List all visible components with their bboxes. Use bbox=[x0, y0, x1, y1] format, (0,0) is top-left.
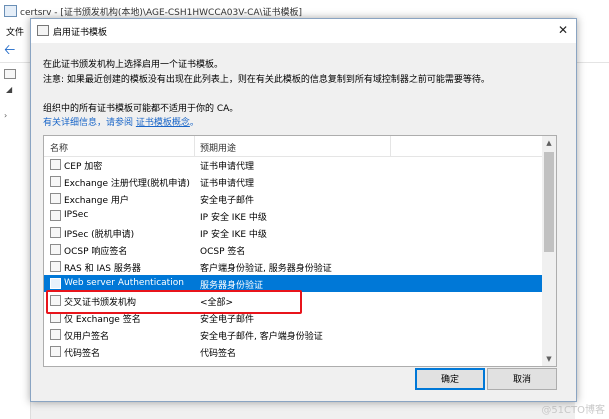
close-icon[interactable]: ✕ bbox=[558, 23, 568, 37]
note-text: 注意: 如果最近创建的模板没有出现在此列表上，则在有关此模板的信息复制到所有域控… bbox=[43, 75, 490, 85]
template-row[interactable]: OCSP 响应签名 OCSP 签名 bbox=[44, 241, 542, 258]
template-name: Exchange 注册代理(脱机申请) bbox=[64, 179, 190, 189]
template-purpose: 安全电子邮件 bbox=[200, 315, 255, 325]
column-divider[interactable] bbox=[194, 136, 195, 156]
template-row[interactable]: 仅 Exchange 签名 安全电子邮件 bbox=[44, 309, 542, 326]
watermark: @51CTO博客 bbox=[541, 405, 605, 416]
template-name: OCSP 响应签名 bbox=[64, 247, 128, 257]
template-purpose: 证书申请代理 bbox=[200, 162, 255, 172]
certificate-icon bbox=[4, 69, 16, 79]
template-name: 仅用户签名 bbox=[64, 332, 110, 342]
template-purpose: 服务器身份验证 bbox=[200, 281, 264, 291]
template-purpose: <全部> bbox=[200, 298, 234, 308]
certificate-template-icon bbox=[50, 244, 61, 255]
template-row[interactable]: CEP 加密 证书申请代理 bbox=[44, 156, 542, 173]
menu-file[interactable]: 文件 bbox=[6, 25, 24, 38]
template-row[interactable]: IPSec IP 安全 IKE 中级 bbox=[44, 207, 542, 224]
template-row[interactable]: 交叉证书颁发机构 <全部> bbox=[44, 292, 542, 309]
more-info-suffix: 。 bbox=[189, 118, 199, 128]
more-info-prefix: 有关详细信息，请参阅 bbox=[43, 118, 134, 128]
certificate-template-icon bbox=[50, 329, 61, 340]
enable-certificate-template-dialog: 启用证书模板 ✕ 在此证书颁发机构上选择启用一个证书模板。 注意: 如果最近创建… bbox=[30, 18, 577, 402]
dialog-title: 启用证书模板 bbox=[53, 28, 108, 38]
column-header-name[interactable]: 名称 bbox=[50, 141, 68, 154]
template-name: RAS 和 IAS 服务器 bbox=[64, 264, 141, 274]
template-row[interactable]: 仅用户签名 安全电子邮件, 客户端身份验证 bbox=[44, 326, 542, 343]
certificate-template-icon bbox=[50, 210, 61, 221]
template-purpose: IP 安全 IKE 中级 bbox=[200, 230, 267, 240]
template-name: Exchange 用户 bbox=[64, 196, 129, 206]
back-arrow-icon[interactable]: 🡠 bbox=[4, 43, 15, 57]
certificate-template-icon bbox=[50, 261, 61, 272]
certificate-icon bbox=[37, 25, 49, 36]
template-rows: CEP 加密 证书申请代理 Exchange 注册代理(脱机申请) 证书申请代理… bbox=[44, 156, 542, 360]
background-window-title: certsrv - [证书颁发机构(本地)\AGE-CSH1HWCCA03V-C… bbox=[20, 8, 303, 18]
tree-arrow-icon[interactable]: › bbox=[4, 111, 7, 120]
template-purpose: 证书申请代理 bbox=[200, 179, 255, 189]
list-header: 名称 预期用途 bbox=[44, 136, 542, 157]
dialog-titlebar: 启用证书模板 ✕ bbox=[31, 19, 576, 43]
template-row[interactable]: IPSec (脱机申请) IP 安全 IKE 中级 bbox=[44, 224, 542, 241]
certificate-template-concepts-link[interactable]: 证书模板概念 bbox=[136, 118, 190, 128]
certificate-template-icon bbox=[50, 278, 61, 289]
scroll-up-icon[interactable]: ▲ bbox=[542, 136, 556, 150]
background-right-pane bbox=[575, 63, 609, 419]
certificate-template-icon bbox=[50, 176, 61, 187]
scroll-down-icon[interactable]: ▼ bbox=[542, 352, 556, 366]
certificate-template-icon bbox=[50, 295, 61, 306]
template-list[interactable]: 名称 预期用途 CEP 加密 证书申请代理 Exchange 注册代理(脱机申请… bbox=[43, 135, 557, 367]
tree-expand-icon[interactable]: ◢ bbox=[6, 85, 12, 94]
scrollbar-thumb[interactable] bbox=[544, 152, 554, 252]
ok-button[interactable]: 确定 bbox=[415, 368, 485, 390]
template-row[interactable]: Exchange 用户 安全电子邮件 bbox=[44, 190, 542, 207]
certificate-template-icon bbox=[50, 227, 61, 238]
template-purpose: 安全电子邮件, 客户端身份验证 bbox=[200, 332, 323, 342]
template-row[interactable]: 代码签名 代码签名 bbox=[44, 343, 542, 360]
template-purpose: 代码签名 bbox=[200, 349, 237, 359]
certsrv-app-icon bbox=[4, 5, 17, 17]
template-purpose: 客户端身份验证, 服务器身份验证 bbox=[200, 264, 332, 274]
certificate-template-icon bbox=[50, 346, 61, 357]
template-name: CEP 加密 bbox=[64, 162, 103, 172]
template-row[interactable]: RAS 和 IAS 服务器 客户端身份验证, 服务器身份验证 bbox=[44, 258, 542, 275]
org-note-text: 组织中的所有证书模板可能都不适用于你的 CA。 bbox=[43, 104, 239, 114]
template-purpose: 安全电子邮件 bbox=[200, 196, 255, 206]
column-header-purpose[interactable]: 预期用途 bbox=[200, 141, 236, 154]
template-name: Web server Authentication bbox=[64, 278, 184, 288]
certificate-template-icon bbox=[50, 193, 61, 204]
template-purpose: IP 安全 IKE 中级 bbox=[200, 213, 267, 223]
template-name: IPSec (脱机申请) bbox=[64, 230, 135, 240]
template-name: 交叉证书颁发机构 bbox=[64, 298, 137, 308]
background-tree-pane: ◢ › bbox=[0, 63, 31, 419]
template-name: IPSec bbox=[64, 210, 89, 220]
more-info-text: 有关详细信息，请参阅 证书模板概念。 bbox=[43, 115, 199, 128]
template-purpose: OCSP 签名 bbox=[200, 247, 246, 257]
template-row-selected[interactable]: Web server Authentication 服务器身份验证 bbox=[44, 275, 542, 292]
cancel-button[interactable]: 取消 bbox=[487, 368, 557, 390]
template-name: 仅 Exchange 签名 bbox=[64, 315, 141, 325]
vertical-scrollbar[interactable]: ▲ ▼ bbox=[542, 136, 556, 366]
column-divider[interactable] bbox=[390, 136, 391, 156]
certificate-template-icon bbox=[50, 159, 61, 170]
certificate-template-icon bbox=[50, 312, 61, 323]
template-name: 代码签名 bbox=[64, 349, 101, 359]
template-row[interactable]: Exchange 注册代理(脱机申请) 证书申请代理 bbox=[44, 173, 542, 190]
intro-text: 在此证书颁发机构上选择启用一个证书模板。 bbox=[43, 60, 224, 70]
